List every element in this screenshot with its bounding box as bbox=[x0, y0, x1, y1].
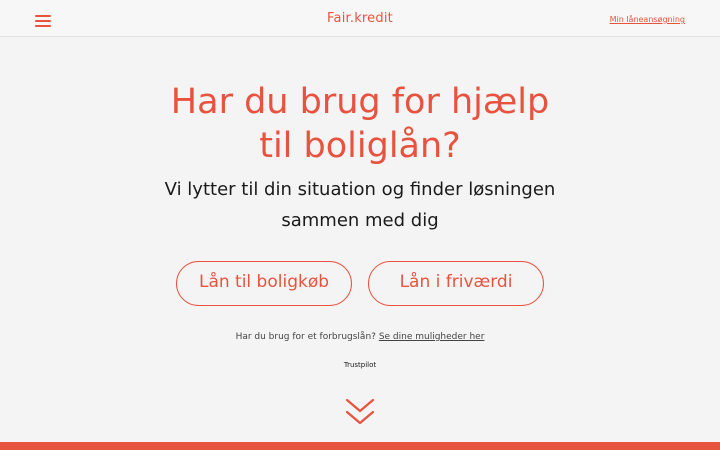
hero-title: Har du brug for hjælp til boliglån? bbox=[0, 80, 720, 168]
trustpilot-widget[interactable]: Trustpilot bbox=[0, 361, 720, 369]
hero-title-line2: til boliglån? bbox=[259, 126, 461, 166]
consumer-loan-question: Har du brug for et forbrugslån? bbox=[235, 332, 376, 342]
hero-subtitle-line2: sammen med dig bbox=[281, 210, 439, 231]
bottom-accent-bar bbox=[0, 442, 720, 450]
logo-link[interactable]: Fair.kredit bbox=[327, 11, 393, 26]
my-loan-application-link[interactable]: Min låneansøgning bbox=[610, 15, 685, 24]
hero-title-line1: Har du brug for hjælp bbox=[170, 82, 550, 122]
home-purchase-loan-button[interactable]: Lån til boligkøb bbox=[176, 261, 352, 306]
equity-loan-button[interactable]: Lån i friværdi bbox=[368, 261, 544, 306]
hero-subtitle-line1: Vi lytter til din situation og finder lø… bbox=[164, 179, 556, 200]
double-chevron-down-icon[interactable] bbox=[345, 397, 375, 427]
hero-subtitle: Vi lytter til din situation og finder lø… bbox=[0, 174, 720, 236]
consumer-loan-text: Har du brug for et forbrugslån? Se dine … bbox=[0, 332, 720, 342]
header: Fair.kredit Min låneansøgning bbox=[0, 0, 720, 37]
consumer-loan-link[interactable]: Se dine muligheder her bbox=[379, 332, 485, 342]
